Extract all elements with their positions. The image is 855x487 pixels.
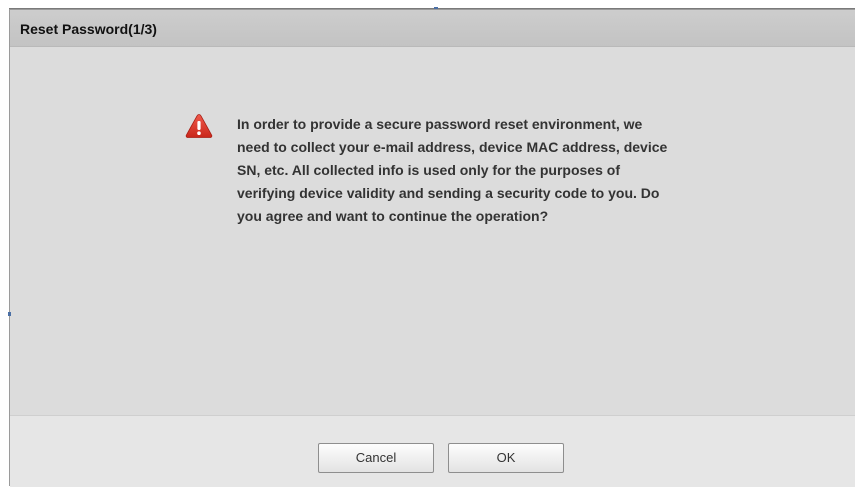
- dialog-content: In order to provide a secure password re…: [10, 47, 855, 415]
- dialog-title: Reset Password(1/3): [20, 21, 157, 37]
- warning-icon: [185, 114, 213, 138]
- dialog-title-bar: Reset Password(1/3): [10, 10, 855, 47]
- ok-button[interactable]: OK: [448, 443, 564, 473]
- dialog-footer: Cancel OK: [10, 415, 855, 487]
- reset-password-dialog: Reset Password(1/3) In order to provide …: [9, 9, 855, 487]
- dialog-message: In order to provide a secure password re…: [237, 116, 668, 224]
- resize-handle-left: [8, 312, 11, 316]
- cancel-button[interactable]: Cancel: [318, 443, 434, 473]
